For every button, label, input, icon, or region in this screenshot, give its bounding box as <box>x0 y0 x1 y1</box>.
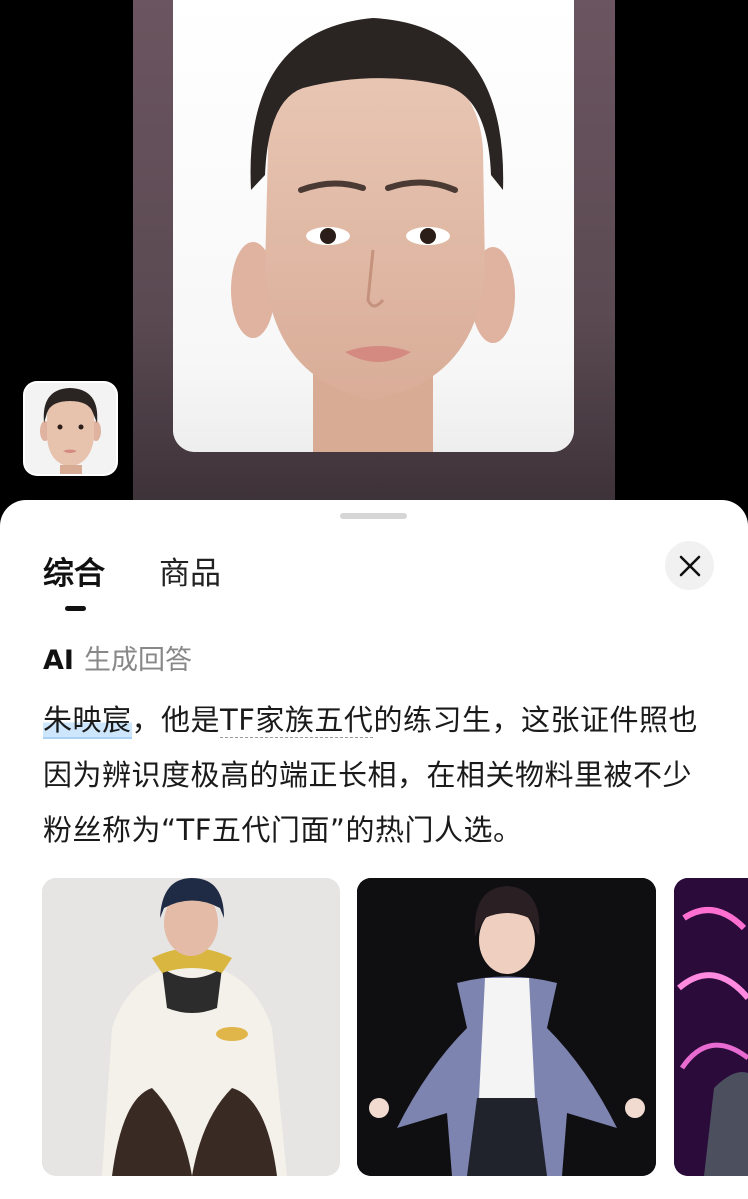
thumbnail-face <box>25 383 116 474</box>
gallery-image-1[interactable] <box>42 878 340 1176</box>
tab-comprehensive[interactable]: 综合 <box>43 548 105 593</box>
name-highlight-link[interactable]: 朱映宸 <box>43 703 132 739</box>
close-icon <box>679 555 700 576</box>
term-link[interactable]: TF家族五代 <box>220 703 374 738</box>
image-gallery[interactable] <box>0 878 748 1178</box>
gallery-image-2[interactable] <box>357 878 656 1176</box>
person-stage-image <box>357 878 656 1176</box>
close-button[interactable] <box>665 541 714 590</box>
face-illustration <box>173 0 574 452</box>
ai-answer-text: 朱映宸，他是TF家族五代的练习生，这张证件照也因为辨识度极高的端正长相，在相关物… <box>43 693 711 858</box>
ai-answer-label: AI 生成回答 <box>43 638 192 677</box>
answer-part-1: ，他是 <box>131 703 221 737</box>
neon-stage-image <box>674 878 748 1176</box>
ai-generated-text: 生成回答 <box>83 645 192 676</box>
active-tab-indicator <box>65 606 86 611</box>
photo-viewer <box>0 0 748 520</box>
ai-badge: AI <box>43 645 74 676</box>
result-sheet: 综合 商品 AI 生成回答 朱映宸，他是TF家族五代的练习生，这张证件照也因为辨识… <box>0 500 748 1199</box>
gallery-image-3[interactable] <box>674 878 748 1176</box>
person-jacket-image <box>42 878 340 1176</box>
photo-thumbnail[interactable] <box>25 383 116 474</box>
drag-handle[interactable] <box>340 513 407 519</box>
tab-products[interactable]: 商品 <box>159 548 221 593</box>
id-photo[interactable] <box>173 0 574 452</box>
